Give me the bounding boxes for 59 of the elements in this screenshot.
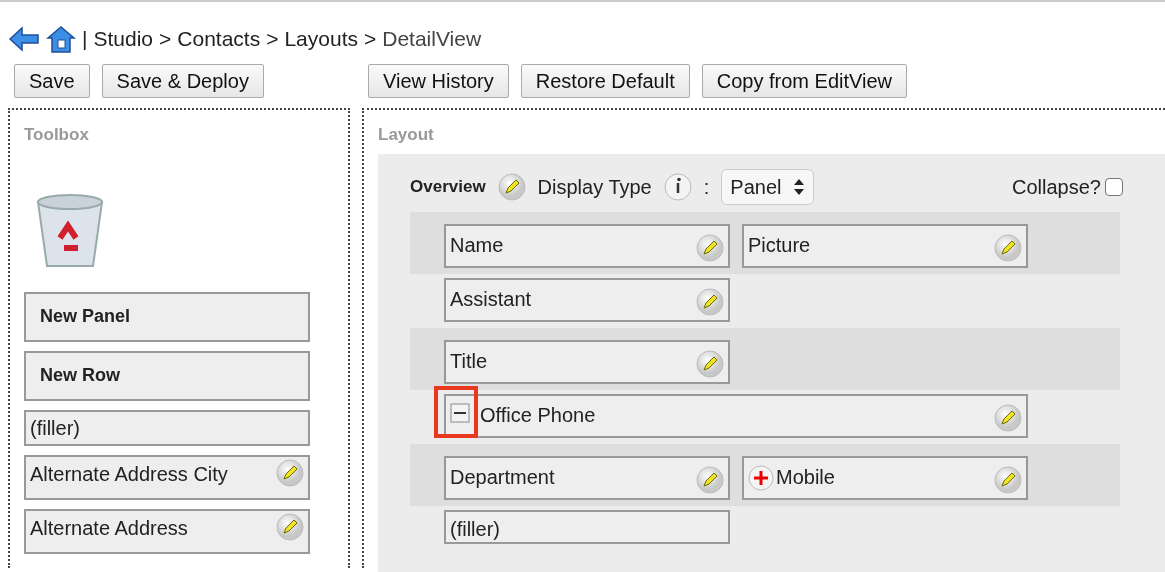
panel-title: Toolbox [23, 124, 90, 146]
back-arrow-icon[interactable] [8, 26, 40, 52]
display-type-label: Display Type [537, 174, 652, 200]
colon-text: : [703, 174, 710, 200]
breadcrumb-link[interactable]: Contacts [177, 23, 261, 55]
home-icon[interactable] [46, 24, 76, 54]
layout-field[interactable]: (filler) [444, 509, 730, 544]
toolbox-field[interactable]: Alternate Address City [24, 454, 310, 500]
field-label: Office Phone [480, 402, 596, 428]
toolbox-item[interactable]: New Panel [24, 291, 310, 342]
pencil-icon[interactable] [276, 512, 304, 541]
field-label: Alternate Address [30, 515, 188, 541]
toolbar-button[interactable]: Copy from EditView [701, 64, 907, 98]
pencil-icon[interactable] [994, 465, 1022, 494]
field-label: Mobile [776, 464, 835, 490]
layout-field[interactable]: Picture [742, 223, 1028, 268]
field-label: (filler) [450, 516, 500, 542]
layout-field[interactable]: Office Phone [444, 393, 1028, 438]
pencil-icon[interactable] [994, 233, 1022, 262]
expand-icon[interactable] [748, 464, 774, 491]
panel-title: Layout [377, 124, 435, 146]
toolbar-button[interactable]: Save [14, 64, 90, 98]
toolbox-item[interactable]: New Row [24, 350, 310, 401]
layout-field[interactable]: Assistant [444, 277, 730, 322]
field-label: Alternate Address City [30, 461, 228, 487]
field-label: Assistant [450, 286, 532, 312]
toolbar-button[interactable]: Save & Deploy [101, 64, 264, 98]
collapse-checkbox[interactable] [1105, 177, 1123, 196]
breadcrumb-link[interactable]: Studio [93, 23, 153, 55]
breadcrumb-arrow: > [266, 26, 279, 53]
layout-field[interactable]: Department [444, 455, 730, 500]
field-label: Title [450, 348, 488, 374]
breadcrumb-arrow: > [159, 26, 172, 53]
field-label: Department [450, 464, 555, 490]
panel-name: Overview [410, 175, 486, 198]
field-label: Name [450, 232, 504, 258]
layout-field[interactable]: Title [444, 339, 730, 384]
pencil-icon[interactable] [497, 172, 526, 201]
field-label: Picture [748, 232, 811, 258]
toolbar-button[interactable]: View History [368, 64, 509, 98]
breadcrumb-arrow: > [364, 26, 377, 53]
toolbar-button[interactable]: Restore Default [520, 64, 690, 98]
pencil-icon[interactable] [994, 403, 1022, 432]
info-icon[interactable] [663, 172, 692, 201]
pencil-icon[interactable] [696, 233, 724, 262]
pencil-icon[interactable] [696, 465, 724, 494]
display-type-select[interactable]: Panel [721, 168, 815, 205]
toolbox-field[interactable]: Alternate Address [24, 508, 310, 554]
collapse-icon[interactable] [450, 402, 470, 423]
pencil-icon[interactable] [696, 349, 724, 378]
collapse-label: Collapse? [1012, 174, 1101, 200]
separator-text: | [82, 26, 88, 53]
layout-field[interactable]: Name [444, 223, 730, 268]
pencil-icon[interactable] [276, 458, 304, 487]
breadcrumb-current: DetailView [382, 26, 482, 53]
layout-field[interactable]: Mobile [742, 455, 1028, 500]
toolbox-item[interactable]: (filler) [24, 409, 310, 446]
breadcrumb-link[interactable]: Layouts [284, 23, 358, 55]
pencil-icon[interactable] [696, 287, 724, 316]
